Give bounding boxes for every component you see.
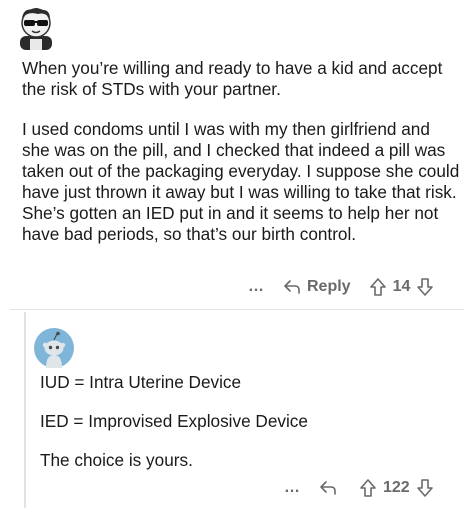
reply-arrow-icon[interactable] (319, 480, 337, 496)
upvote-arrow-icon[interactable] (369, 277, 387, 297)
vote-count: 14 (392, 278, 411, 295)
thread-line[interactable] (24, 312, 26, 508)
comment-paragraph: When you’re willing and ready to have a … (22, 58, 443, 99)
upvote-arrow-icon[interactable] (359, 478, 377, 498)
comment-paragraph: I used condoms until I was with my then … (22, 119, 460, 244)
snoo-avatar-icon[interactable] (34, 328, 74, 368)
downvote-arrow-icon[interactable] (416, 277, 434, 297)
reply-button[interactable]: Reply (307, 278, 351, 296)
divider (10, 309, 464, 310)
downvote-arrow-icon[interactable] (416, 478, 434, 498)
reply-arrow-icon[interactable] (283, 279, 301, 295)
reply-line: IUD = Intra Uterine Device (40, 372, 242, 392)
more-options-button[interactable]: … (248, 279, 265, 295)
comment-action-bar: … Reply 14 (248, 276, 434, 298)
vote-count: 122 (383, 479, 410, 496)
reply-line: IED = Improvised Explosive Device (40, 411, 308, 431)
reply-action-bar: … 122 (284, 477, 434, 499)
more-options-button[interactable]: … (284, 480, 301, 496)
avatar-icon[interactable] (16, 6, 56, 50)
reply-line: The choice is yours. (40, 450, 193, 470)
